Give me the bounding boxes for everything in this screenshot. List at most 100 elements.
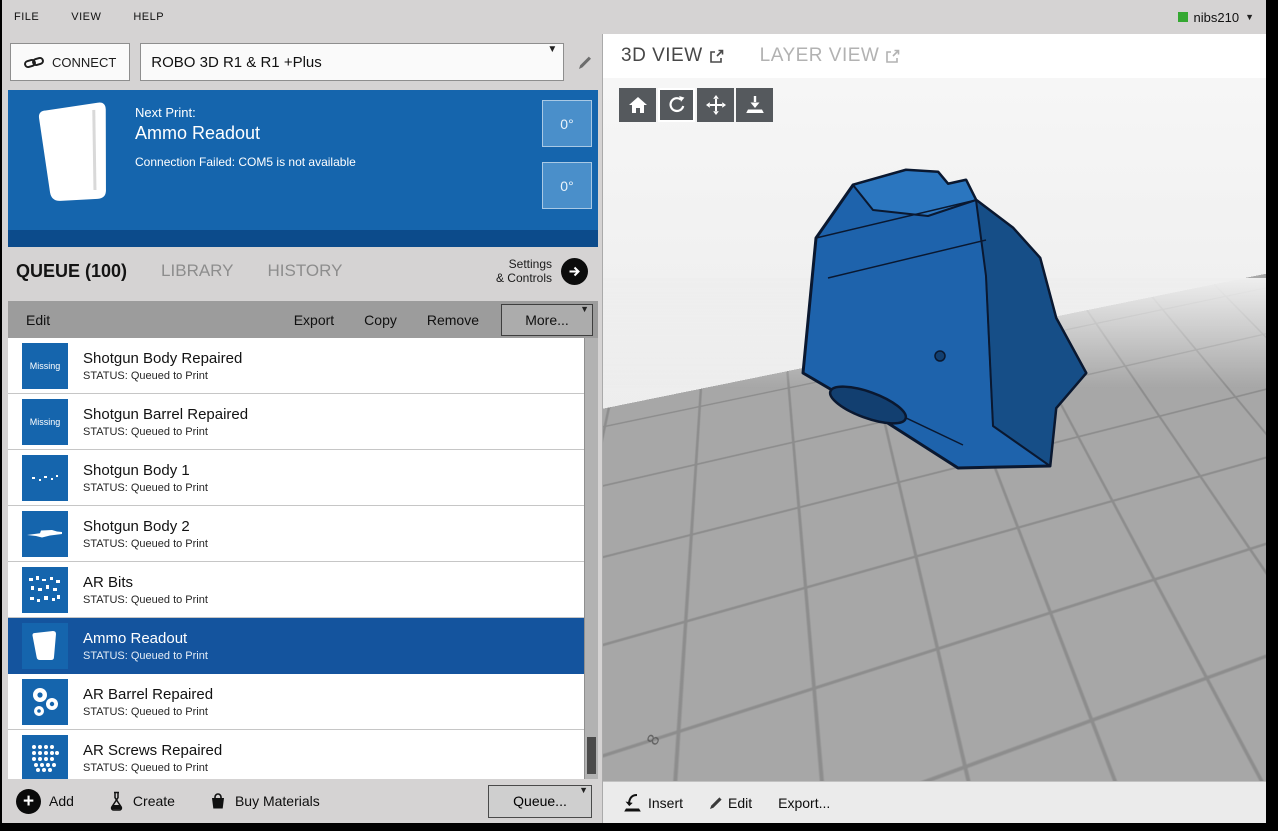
item-name: Shotgun Body 1 bbox=[83, 461, 190, 479]
home-icon bbox=[628, 97, 647, 113]
tab-3d-view[interactable]: 3D VIEW bbox=[621, 45, 724, 67]
printer-select-value: ROBO 3D R1 & R1 +Plus bbox=[151, 53, 322, 71]
tab-layer-view[interactable]: LAYER VIEW bbox=[760, 45, 901, 67]
control-panel: CONNECT ROBO 3D R1 & R1 +Plus ▼ Next Pri… bbox=[8, 34, 598, 823]
print-progress-strip bbox=[8, 230, 598, 247]
next-print-thumbnail bbox=[38, 102, 106, 201]
copy-button[interactable]: Copy bbox=[364, 312, 397, 328]
next-print-banner: Next Print: Ammo Readout Connection Fail… bbox=[8, 90, 598, 230]
item-thumbnail-barrel-icon bbox=[22, 678, 68, 725]
settings-controls-label: Settings & Controls bbox=[495, 256, 552, 285]
insert-button[interactable]: Insert bbox=[623, 793, 683, 813]
item-thumbnail-screws-icon bbox=[22, 734, 68, 779]
connection-error-text: Connection Failed: COM5 is not available bbox=[135, 155, 356, 169]
extruder-temperature[interactable]: 0° bbox=[542, 100, 592, 147]
queue-item[interactable]: Shotgun Body 2 STATUS: Queued to Print bbox=[8, 506, 598, 562]
rotate-icon bbox=[668, 96, 684, 113]
rotate-view-button[interactable] bbox=[658, 88, 695, 122]
home-view-button[interactable] bbox=[619, 88, 656, 122]
more-button[interactable]: More... ▼ bbox=[501, 303, 593, 336]
next-print-info: Next Print: Ammo Readout Connection Fail… bbox=[135, 105, 356, 169]
move-view-button[interactable] bbox=[697, 88, 734, 122]
dropdown-caret-icon: ▼ bbox=[580, 303, 589, 314]
arrow-right-icon bbox=[569, 266, 580, 276]
item-status: STATUS: Queued to Print bbox=[83, 369, 208, 382]
plus-icon: + bbox=[16, 788, 41, 814]
queue-scrollbar[interactable] bbox=[584, 338, 598, 779]
drop-to-bed-button[interactable] bbox=[736, 88, 773, 122]
remove-button[interactable]: Remove bbox=[427, 312, 479, 328]
menu-view[interactable]: VIEW bbox=[71, 11, 101, 23]
shopping-bag-icon bbox=[211, 793, 224, 809]
app-window: FILE VIEW HELP nibs210 ▼ CONNECT ROBO 3D… bbox=[2, 0, 1266, 823]
queue-scrollbar-thumb[interactable] bbox=[587, 737, 596, 774]
queue-item[interactable]: Shotgun Body 1 STATUS: Queued to Print bbox=[8, 450, 598, 506]
item-name: AR Barrel Repaired bbox=[83, 685, 214, 703]
next-print-name: Ammo Readout bbox=[135, 123, 261, 143]
menu-file[interactable]: FILE bbox=[14, 11, 39, 23]
drop-to-bed-icon bbox=[745, 96, 764, 113]
printer-select[interactable]: ROBO 3D R1 & R1 +Plus ▼ bbox=[140, 43, 565, 81]
buy-materials-button[interactable]: Buy Materials bbox=[209, 792, 320, 810]
queue-item[interactable]: Missing Shotgun Body Repaired STATUS: Qu… bbox=[8, 338, 598, 394]
pencil-icon bbox=[579, 56, 592, 69]
item-thumbnail-ammo-icon bbox=[22, 622, 68, 669]
item-thumbnail-bits-icon bbox=[22, 566, 68, 613]
tab-library[interactable]: LIBRARY bbox=[161, 261, 233, 281]
add-button[interactable]: + Add bbox=[16, 788, 74, 814]
print-queue-list: Missing Shotgun Body Repaired STATUS: Qu… bbox=[8, 338, 598, 779]
create-button[interactable]: Create bbox=[108, 791, 175, 811]
tab-queue[interactable]: QUEUE (100) bbox=[16, 261, 127, 282]
item-status: STATUS: Queued to Print bbox=[83, 537, 208, 550]
queue-item[interactable]: AR Barrel Repaired STATUS: Queued to Pri… bbox=[8, 674, 598, 730]
item-name: AR Bits bbox=[83, 573, 134, 591]
move-icon bbox=[705, 95, 726, 115]
export-model-button[interactable]: Export... bbox=[778, 795, 830, 811]
item-name: Shotgun Barrel Repaired bbox=[83, 405, 249, 423]
item-thumbnail-missing: Missing bbox=[22, 398, 68, 445]
connect-label: CONNECT bbox=[52, 54, 117, 70]
dropdown-caret-icon: ▼ bbox=[579, 784, 588, 795]
panel-tabs: QUEUE (100) LIBRARY HISTORY Settings & C… bbox=[8, 247, 598, 295]
queue-footer-bar: + Add Create Buy Materials Queue... ▼ bbox=[8, 779, 598, 823]
item-name: Shotgun Body Repaired bbox=[83, 349, 243, 367]
item-status: STATUS: Queued to Print bbox=[83, 425, 208, 438]
3d-model bbox=[801, 168, 1088, 470]
item-status: STATUS: Queued to Print bbox=[83, 761, 208, 774]
queue-item-selected[interactable]: Ammo Readout STATUS: Queued to Print bbox=[8, 618, 598, 674]
queue-item[interactable]: AR Bits STATUS: Queued to Print bbox=[8, 562, 598, 618]
view-footer-bar: Insert Edit Export... bbox=[603, 781, 1266, 823]
menu-help[interactable]: HELP bbox=[133, 11, 164, 23]
queue-edit-bar: Edit Export Copy Remove More... ▼ bbox=[8, 301, 598, 338]
item-name: AR Screws Repaired bbox=[83, 741, 223, 759]
edit-printer-button[interactable] bbox=[574, 55, 596, 70]
username: nibs210 bbox=[1193, 9, 1240, 25]
pencil-icon bbox=[710, 796, 722, 809]
menu-bar: FILE VIEW HELP nibs210 ▼ bbox=[2, 0, 1266, 34]
edit-model-button[interactable]: Edit bbox=[709, 795, 752, 811]
online-status-icon bbox=[1177, 12, 1188, 22]
insert-icon bbox=[624, 793, 641, 811]
external-link-icon bbox=[886, 49, 900, 63]
user-account-menu[interactable]: nibs210 ▼ bbox=[1177, 9, 1254, 25]
tab-history[interactable]: HISTORY bbox=[268, 261, 343, 281]
item-name: Ammo Readout bbox=[83, 629, 188, 647]
item-thumbnail-shotgun-icon bbox=[22, 510, 68, 557]
external-link-icon bbox=[709, 49, 723, 63]
bed-temperature[interactable]: 0° bbox=[542, 162, 592, 209]
dropdown-caret-icon: ▼ bbox=[1245, 12, 1254, 22]
item-thumbnail-parts-icon bbox=[22, 454, 68, 501]
3d-viewport[interactable]: 8 bbox=[603, 78, 1266, 781]
dropdown-caret-icon: ▼ bbox=[547, 44, 558, 55]
edit-button[interactable]: Edit bbox=[26, 312, 50, 328]
queue-menu-button[interactable]: Queue... ▼ bbox=[488, 784, 592, 818]
export-button[interactable]: Export bbox=[294, 312, 334, 328]
queue-item[interactable]: Missing Shotgun Barrel Repaired STATUS: … bbox=[8, 394, 598, 450]
view-tabs: 3D VIEW LAYER VIEW bbox=[603, 34, 1266, 78]
queue-item[interactable]: AR Screws Repaired STATUS: Queued to Pri… bbox=[8, 730, 598, 779]
settings-controls-button[interactable] bbox=[561, 257, 588, 285]
viewport-toolbar bbox=[619, 88, 773, 122]
link-icon bbox=[24, 56, 44, 68]
item-status: STATUS: Queued to Print bbox=[83, 705, 208, 718]
connect-button[interactable]: CONNECT bbox=[10, 43, 131, 81]
